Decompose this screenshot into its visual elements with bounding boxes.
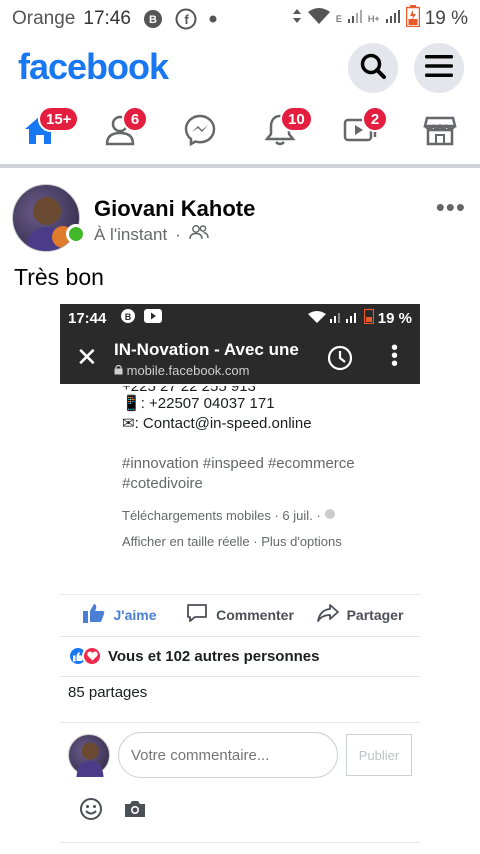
kebab-menu-icon: • • •: [390, 337, 398, 375]
hamburger-menu-icon: [425, 54, 453, 83]
screenshot-meta: Téléchargements mobiles · 6 juil. ·: [122, 508, 336, 523]
tab-messenger[interactable]: [160, 100, 240, 164]
post-meta: À l'instant ·: [94, 224, 209, 245]
network-e-icon: E: [335, 14, 342, 24]
tab-home[interactable]: 15+: [0, 100, 80, 164]
carrier-name: Orange: [12, 8, 76, 29]
battery-icon: [363, 308, 374, 328]
svg-text:B: B: [125, 312, 132, 322]
phone-icon: 📱: [122, 395, 141, 412]
phone-line-2: 📱: +22507 04037 171: [122, 395, 275, 412]
svg-text:f: f: [184, 12, 189, 27]
home-badge: 15+: [38, 106, 80, 132]
online-status-dot: [66, 224, 86, 244]
video-icon: [144, 309, 163, 327]
messenger-icon: [183, 113, 217, 152]
nav-divider: [0, 164, 480, 168]
shares-divider: [60, 722, 420, 723]
dot-icon: [209, 15, 217, 23]
tab-friends[interactable]: 6: [80, 100, 160, 164]
hashtags-line-2: #cotedivoire: [122, 475, 203, 492]
emoji-icon[interactable]: [78, 796, 104, 822]
love-reaction-icon: [82, 646, 102, 666]
user-avatar: [68, 734, 110, 777]
like-label: J'aime: [113, 606, 157, 623]
thumbs-up-icon: [83, 603, 105, 626]
status-bar: Orange 17:46 B f E H+ 19 %: [0, 0, 480, 38]
svg-text:B: B: [149, 14, 157, 26]
screenshot-battery: 19 %: [377, 309, 412, 327]
notifications-badge: 10: [280, 106, 313, 132]
data-arrows-icon: [292, 8, 302, 30]
screenshot-time: 17:44: [68, 309, 107, 327]
b-app-icon: B: [143, 9, 163, 29]
hashtags-line-1: #innovation #inspeed #ecommerce: [122, 455, 355, 472]
watch-badge: 2: [362, 106, 388, 132]
author-name[interactable]: Giovani Kahote: [94, 196, 255, 222]
signal-icon: [329, 310, 360, 327]
post-actions: J'aime Commenter Partager: [60, 594, 420, 634]
screenshot-indicators: 19 %: [307, 308, 412, 328]
facebook-logo[interactable]: facebook: [18, 46, 169, 88]
history-icon: [326, 344, 354, 377]
b-app-icon: B: [120, 308, 136, 328]
share-icon: [316, 603, 339, 626]
share-label: Partager: [346, 606, 404, 623]
comment-input[interactable]: [118, 732, 338, 778]
signal-icon: [347, 8, 363, 30]
network-hplus-icon: H+: [367, 14, 380, 24]
signal-icon-2: [385, 8, 401, 30]
like-button[interactable]: J'aime: [60, 603, 180, 626]
main-nav: 15+ 6 10 2: [0, 100, 480, 164]
globe-icon: [324, 508, 336, 523]
meta-separator: ·: [175, 224, 181, 244]
comment-label: Commenter: [216, 606, 294, 623]
close-icon: ✕: [76, 342, 98, 372]
status-indicators: E H+ 19 %: [292, 0, 468, 38]
screenshot-page-title: IN-Novation - Avec une: [114, 340, 299, 359]
post-options-icon[interactable]: •••: [436, 194, 466, 220]
wifi-icon: [307, 310, 326, 327]
post-text: Très bon: [14, 264, 104, 290]
marketplace-icon: [423, 114, 457, 151]
shared-screenshot[interactable]: 17:44 B 19 % ✕ IN-Novation - Avec une mo…: [60, 304, 420, 584]
email-line: ✉: Contact@in-speed.online: [122, 415, 312, 432]
friends-audience-icon: [189, 224, 209, 245]
reactions-summary[interactable]: Vous et 102 autres personnes: [68, 642, 319, 670]
battery-percent: 19 %: [424, 8, 468, 29]
tab-notifications[interactable]: 10: [240, 100, 320, 164]
friends-badge: 6: [122, 106, 148, 132]
screenshot-url: mobile.facebook.com: [114, 363, 249, 378]
screenshot-status-bar: 17:44 B 19 %: [60, 304, 420, 332]
facebook-notification-icon: f: [175, 8, 197, 30]
app-header: facebook: [0, 38, 480, 96]
reactions-text: Vous et 102 autres personnes: [108, 647, 320, 665]
post-header: Giovani Kahote À l'instant · •••: [0, 180, 480, 256]
bottom-divider: [60, 842, 420, 843]
wifi-icon: [307, 7, 331, 31]
search-button[interactable]: [348, 43, 398, 93]
screenshot-options: Afficher en taille réelle · Plus d'optio…: [122, 534, 342, 549]
envelope-icon: ✉: [122, 415, 135, 432]
reactions-divider: [60, 676, 420, 677]
shares-count[interactable]: 85 partages: [68, 684, 147, 701]
share-button[interactable]: Partager: [300, 603, 420, 626]
actions-divider: [60, 636, 420, 637]
lock-icon: [114, 363, 127, 378]
status-time: 17:46: [83, 8, 131, 29]
search-icon: [359, 52, 387, 85]
tab-watch[interactable]: 2: [320, 100, 400, 164]
tab-marketplace[interactable]: [400, 100, 480, 164]
screenshot-browser-bar: ✕ IN-Novation - Avec une mobile.facebook…: [60, 332, 420, 384]
post-time[interactable]: À l'instant: [94, 225, 167, 245]
camera-icon[interactable]: [122, 796, 148, 822]
comment-button[interactable]: Commenter: [180, 603, 300, 626]
comment-icon: [186, 603, 208, 626]
screenshot-url-text: mobile.facebook.com: [126, 363, 250, 378]
menu-button[interactable]: [414, 43, 464, 93]
battery-icon: [405, 5, 420, 33]
publish-button[interactable]: Publier: [346, 734, 412, 776]
